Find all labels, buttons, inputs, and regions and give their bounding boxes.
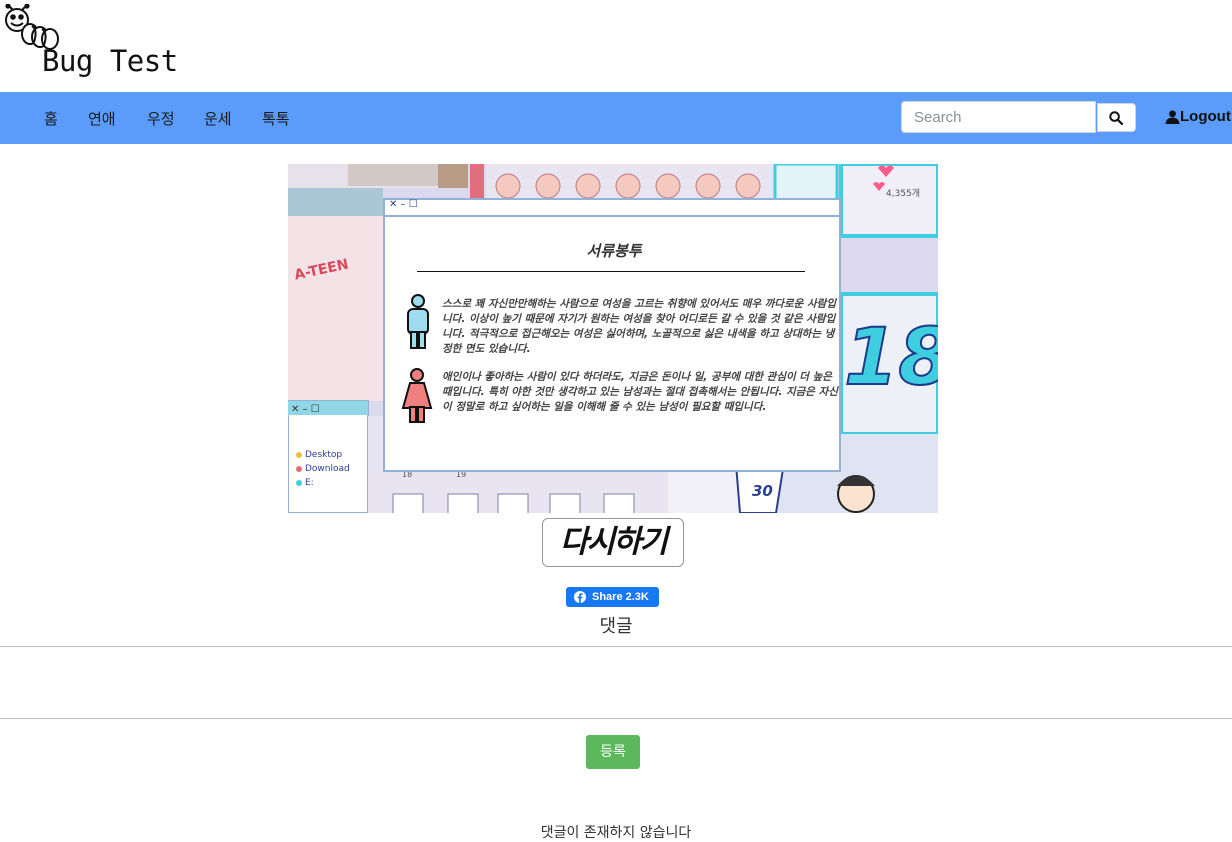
title-underline xyxy=(417,271,805,272)
nav-item-love[interactable]: 연애 xyxy=(88,108,116,129)
comment-input[interactable] xyxy=(0,646,1232,719)
female-description: 애인이나 좋아하는 사람이 있다 하더라도, 지금은 돈이나 일, 공부에 대한… xyxy=(442,371,838,413)
submit-comment-button[interactable]: 등록 xyxy=(586,735,640,769)
search-button[interactable] xyxy=(1097,103,1136,132)
logout-button[interactable]: Logout xyxy=(1165,108,1231,125)
logo[interactable]: Bug Test xyxy=(0,0,200,90)
female-icon xyxy=(401,368,433,423)
svg-text:✕ – ☐: ✕ – ☐ xyxy=(291,404,320,415)
facebook-share-label: Share 2.3K xyxy=(592,591,649,603)
like-count: 4,355개 xyxy=(886,189,921,199)
result-title: 서류봉투 xyxy=(586,242,642,260)
user-icon xyxy=(1165,109,1180,124)
result-image: 18 ✕ – ☐ 4,355개 A-TEEN Desktop Download … xyxy=(288,164,938,513)
nav-item-fortune[interactable]: 운세 xyxy=(204,108,232,129)
retry-button[interactable]: 다시하기 xyxy=(542,518,684,567)
nav-item-home[interactable]: 홈 xyxy=(44,108,58,129)
search-icon xyxy=(1109,111,1123,125)
folder-item-desktop: Desktop xyxy=(305,450,343,460)
logo-text: Bug Test xyxy=(42,44,178,78)
window-controls: ✕ – ☐ xyxy=(389,199,418,210)
nav-item-friendship[interactable]: 우정 xyxy=(147,108,175,129)
folder-item-e: E: xyxy=(305,478,314,488)
result-window-titlebar: ✕ – ☐ xyxy=(385,199,839,217)
search-input[interactable] xyxy=(901,101,1096,133)
facebook-share-button[interactable]: Share 2.3K xyxy=(566,587,659,607)
male-icon xyxy=(407,294,429,349)
jersey-number: 30 xyxy=(752,482,773,500)
logout-label: Logout xyxy=(1180,108,1231,125)
nav-item-talk[interactable]: 톡톡 xyxy=(262,108,290,129)
no-comments-message: 댓글이 존재하지 않습니다 xyxy=(540,825,692,841)
svg-text:18: 18 xyxy=(844,313,938,403)
facebook-icon xyxy=(574,591,586,603)
result-window: ✕ – ☐ 서류봉투 스스로 꽤 자신만만해하는 사람으로 여성을 고르는 취향… xyxy=(383,198,841,472)
folder-item-download: Download xyxy=(305,464,350,474)
male-description: 스스로 꽤 자신만만해하는 사람으로 여성을 고르는 취향에 있어서도 매우 까… xyxy=(442,298,836,355)
comments-title: 댓글 xyxy=(599,616,633,637)
